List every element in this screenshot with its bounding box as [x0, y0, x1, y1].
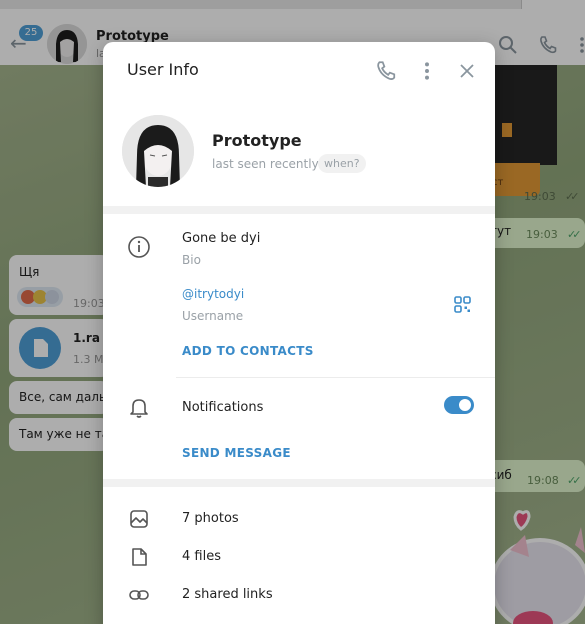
bell-icon [130, 399, 148, 418]
profile-name: Prototype [212, 131, 302, 150]
section-divider [103, 479, 495, 487]
bio-label: Bio [182, 253, 201, 267]
profile-avatar[interactable] [122, 115, 194, 187]
file-icon [132, 548, 147, 566]
dialog-title: User Info [127, 60, 199, 79]
phone-icon[interactable] [375, 60, 397, 82]
info-icon [128, 236, 150, 258]
more-icon[interactable] [416, 60, 438, 82]
shared-links-count[interactable]: 2 shared links [182, 587, 273, 602]
username-link[interactable]: @itrytodyi [182, 287, 244, 301]
files-count[interactable]: 4 files [182, 549, 221, 564]
when-button[interactable]: when? [318, 154, 366, 173]
username-label: Username [182, 309, 244, 323]
row-separator [176, 377, 495, 378]
section-divider [103, 206, 495, 214]
qr-code-icon[interactable] [454, 296, 471, 313]
link-icon [129, 590, 149, 600]
photos-count[interactable]: 7 photos [182, 511, 239, 526]
last-seen-status: last seen recently [212, 157, 319, 171]
user-info-dialog: User Info Prototype last seen recently w… [103, 42, 495, 624]
photo-icon [130, 510, 148, 528]
bio-text[interactable]: Gone be dyi [182, 231, 260, 246]
send-message-button[interactable]: SEND MESSAGE [182, 446, 291, 460]
toggle-knob [457, 397, 473, 413]
notifications-label: Notifications [182, 400, 264, 415]
close-icon[interactable] [457, 61, 477, 81]
add-to-contacts-button[interactable]: ADD TO CONTACTS [182, 344, 314, 358]
notifications-toggle[interactable] [444, 396, 474, 414]
